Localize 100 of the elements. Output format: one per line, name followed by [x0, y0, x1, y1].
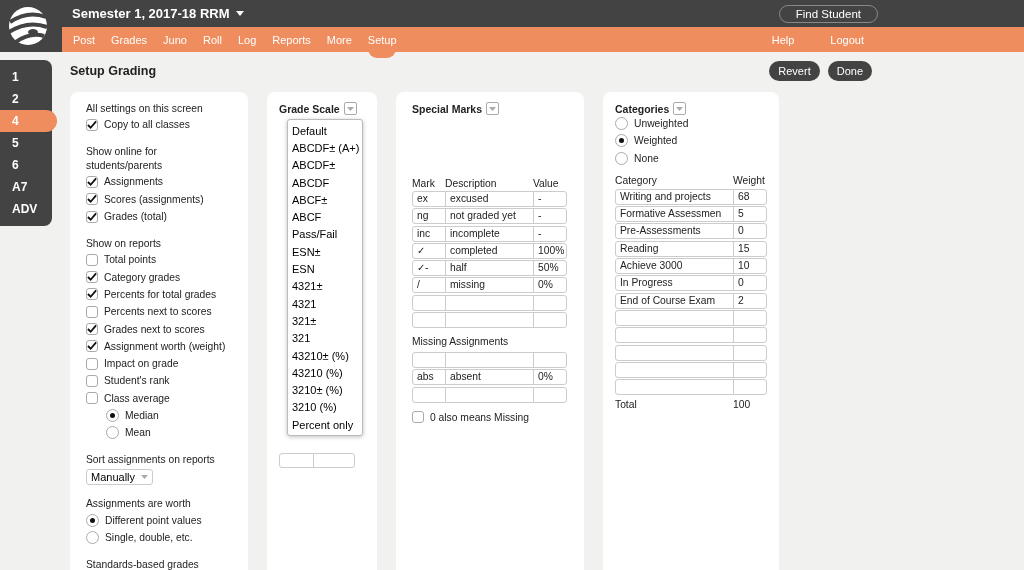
mark-field[interactable]: ✓ [413, 243, 446, 258]
category-row[interactable]: In Progress 0 [615, 275, 767, 292]
checkbox[interactable] [86, 392, 98, 405]
menu-item[interactable]: 321± [288, 312, 362, 330]
description-field[interactable]: absent [446, 370, 534, 385]
weight-field[interactable]: 5 [734, 207, 768, 222]
weight-field[interactable]: 0 [734, 224, 768, 239]
menu-item[interactable]: Percent only [288, 416, 362, 434]
grade-row-field[interactable] [279, 453, 355, 468]
menu-item[interactable]: ESN [288, 260, 362, 278]
class-tab[interactable]: 6 [0, 154, 52, 176]
menu-item[interactable]: 4321± [288, 277, 362, 295]
checkbox[interactable] [86, 193, 98, 206]
mark-row[interactable]: ng not graded yet - [412, 208, 567, 225]
mark-field[interactable]: abs [413, 370, 446, 385]
description-field[interactable]: missing [446, 278, 534, 293]
checkbox[interactable] [86, 374, 98, 387]
checkbox[interactable] [86, 305, 98, 318]
mark-row[interactable]: ✓ completed 100% [412, 242, 567, 259]
menu-item[interactable]: ESN± [288, 243, 362, 261]
class-tab[interactable]: 2 [0, 88, 52, 110]
mark-field[interactable]: / [413, 278, 446, 293]
menu-item[interactable]: ABCDF [288, 173, 362, 192]
menu-item[interactable]: Pass/Fail [288, 225, 362, 244]
mark-field[interactable]: ex [413, 192, 446, 206]
category-row[interactable]: Writing and projects 68 [615, 188, 767, 205]
mark-row[interactable]: inc incomplete - [412, 225, 567, 242]
category-row[interactable]: Pre-Assessments 0 [615, 223, 767, 240]
mark-field[interactable]: ✓- [413, 261, 446, 276]
mark-row[interactable]: / missing 0% [412, 277, 567, 294]
category-field[interactable]: Formative Assessmen [616, 207, 734, 222]
description-field[interactable]: excused [446, 192, 534, 206]
category-row[interactable] [615, 379, 767, 396]
category-field[interactable]: End of Course Exam [616, 293, 734, 308]
action-button[interactable]: Done [827, 61, 872, 81]
category-field[interactable]: In Progress [616, 276, 734, 291]
category-field[interactable]: Reading [616, 241, 734, 256]
class-tab[interactable]: ADV [0, 198, 52, 220]
menu-item[interactable]: 3210 (%) [288, 398, 362, 417]
weight-field[interactable]: 10 [734, 259, 768, 274]
class-tab[interactable]: 1 [0, 66, 52, 88]
checkbox[interactable] [86, 323, 98, 335]
category-row[interactable] [615, 344, 767, 361]
checkbox[interactable] [86, 210, 98, 223]
dropdown-button[interactable] [486, 102, 500, 115]
checkbox[interactable] [86, 271, 98, 284]
menu-item[interactable]: ABCDF± (A+) [288, 139, 362, 157]
mark-row[interactable]: ✓- half 50% [412, 260, 567, 277]
mark-row[interactable] [412, 352, 567, 369]
weight-field[interactable]: 15 [734, 241, 768, 256]
menu-item[interactable]: ABCF [288, 208, 362, 226]
description-field[interactable]: completed [446, 243, 534, 258]
mark-field[interactable]: ng [413, 209, 446, 224]
menu-item[interactable]: 4321 [288, 294, 362, 313]
description-field[interactable]: incomplete [446, 226, 534, 241]
value-field[interactable]: 100% [534, 243, 568, 258]
menu-item[interactable]: 321 [288, 329, 362, 347]
mark-row[interactable]: ex excused - [412, 191, 567, 207]
category-field[interactable]: Pre-Assessments [616, 224, 734, 239]
menu-item[interactable]: ABCF± [288, 191, 362, 209]
checkbox[interactable] [86, 288, 98, 301]
action-button[interactable]: Revert [769, 61, 820, 81]
value-field[interactable]: - [534, 226, 568, 241]
category-row[interactable]: Achieve 3000 10 [615, 258, 767, 275]
category-row[interactable]: Reading 15 [615, 240, 767, 257]
checkbox[interactable] [86, 175, 98, 188]
checkbox[interactable] [86, 357, 98, 370]
dropdown-button[interactable] [673, 102, 687, 115]
category-field[interactable]: Achieve 3000 [616, 259, 734, 274]
value-field[interactable]: 50% [534, 261, 568, 276]
class-title[interactable]: Semester 1, 2017-18 RRM [72, 6, 244, 21]
category-row[interactable] [615, 327, 767, 344]
value-field[interactable]: 0% [534, 278, 568, 293]
class-tab[interactable]: A7 [0, 176, 52, 198]
menu-item[interactable]: 43210± (%) [288, 346, 362, 365]
category-field[interactable]: Writing and projects [616, 189, 734, 204]
value-field[interactable]: 0% [534, 370, 568, 385]
menu-item[interactable]: ABCDF± [288, 156, 362, 174]
mark-row[interactable] [412, 386, 567, 403]
weight-field[interactable]: 0 [734, 276, 768, 291]
checkbox[interactable] [412, 411, 424, 424]
mark-row[interactable] [412, 312, 567, 329]
menu-item[interactable]: 43210 (%) [288, 364, 362, 382]
category-row[interactable] [615, 361, 767, 378]
description-field[interactable]: half [446, 261, 534, 276]
menu-item[interactable]: 3210± (%) [288, 381, 362, 399]
checkbox[interactable] [86, 340, 98, 353]
weight-field[interactable]: 2 [734, 293, 768, 308]
mark-field[interactable]: inc [413, 226, 446, 241]
value-field[interactable]: - [534, 209, 568, 224]
category-row[interactable] [615, 309, 767, 326]
menu-item[interactable]: Default [288, 122, 362, 140]
category-row[interactable]: End of Course Exam 2 [615, 292, 767, 309]
dropdown-button[interactable] [343, 102, 357, 115]
weight-field[interactable]: 68 [734, 189, 768, 204]
checkbox[interactable] [86, 253, 98, 266]
mark-row[interactable] [412, 294, 567, 311]
mark-row[interactable]: abs absent 0% [412, 369, 567, 386]
description-field[interactable]: not graded yet [446, 209, 534, 224]
sort-select[interactable]: Manually [86, 469, 154, 486]
